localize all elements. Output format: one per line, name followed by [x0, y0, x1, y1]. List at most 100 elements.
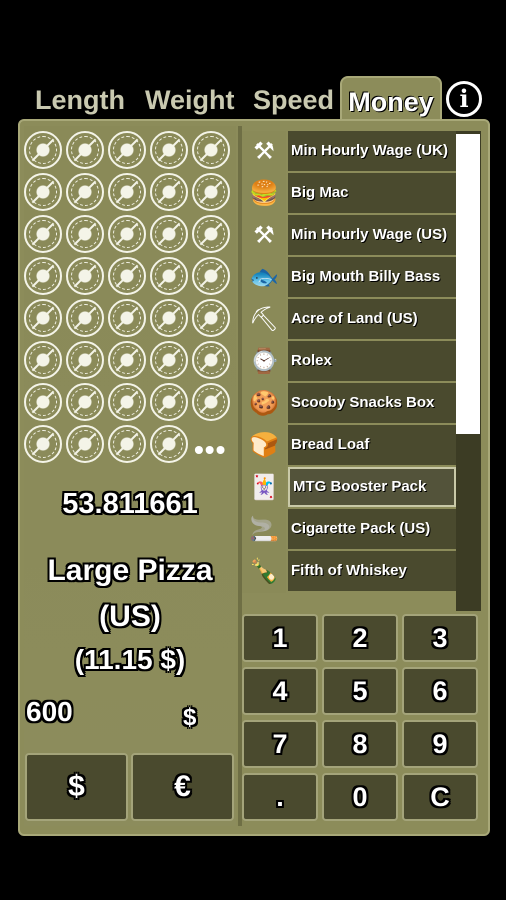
unit-list-item[interactable]: 🍞 Bread Loaf	[242, 425, 456, 467]
pizza-icon	[150, 383, 188, 421]
result-value: 53.811661	[62, 488, 198, 520]
pizza-icon	[24, 257, 62, 295]
more-indicator: •••	[194, 434, 227, 465]
unit-list-item-label: Rolex	[288, 341, 456, 381]
info-icon[interactable]: i	[446, 81, 482, 117]
pizza-icon	[192, 257, 230, 295]
unit-list-item[interactable]: 🍪 Scooby Snacks Box	[242, 383, 456, 425]
unit-list-item-label: Big Mac	[288, 173, 456, 213]
bottle-icon: 🍾	[242, 551, 286, 593]
pizza-icon	[192, 173, 230, 211]
result-unit-name-line1: Large Pizza	[47, 554, 213, 587]
pizza-icon	[24, 215, 62, 253]
pizza-icon	[150, 257, 188, 295]
tab-length[interactable]: Length	[35, 80, 125, 120]
pizza-icon	[192, 215, 230, 253]
unit-list-item[interactable]: 🚬 Cigarette Pack (US)	[242, 509, 456, 551]
pizza-icon	[192, 131, 230, 169]
key-0[interactable]: 0	[322, 773, 398, 821]
pizza-icon	[24, 173, 62, 211]
input-amount[interactable]: 600	[26, 696, 73, 728]
unit-list-item[interactable]: 🐟 Big Mouth Billy Bass	[242, 257, 456, 299]
pizza-icon	[108, 299, 146, 337]
result-unit-name: Large Pizza (US)	[24, 548, 236, 640]
pizza-icon	[66, 215, 104, 253]
key-4[interactable]: 4	[242, 667, 318, 715]
result-unit-price: (11.15 $)	[74, 644, 186, 675]
pizza-icon	[24, 341, 62, 379]
dollar-button[interactable]: $	[25, 753, 128, 821]
tab-weight[interactable]: Weight	[145, 80, 235, 120]
tab-speed[interactable]: Speed	[253, 80, 334, 120]
key-1[interactable]: 1	[242, 614, 318, 662]
unit-list-item[interactable]: ⚒ Min Hourly Wage (UK)	[242, 131, 456, 173]
pizza-icon	[108, 173, 146, 211]
unit-list-item-label: Cigarette Pack (US)	[288, 509, 456, 549]
pizza-icon	[24, 383, 62, 421]
key-3[interactable]: 3	[402, 614, 478, 662]
fish-icon: 🐟	[242, 257, 286, 299]
pizza-icon	[66, 257, 104, 295]
key-9[interactable]: 9	[402, 720, 478, 768]
key-7[interactable]: 7	[242, 720, 318, 768]
key-6[interactable]: 6	[402, 667, 478, 715]
unit-list[interactable]: ⚒ Min Hourly Wage (UK) 🍔 Big Mac ⚒ Min Hourly…	[242, 131, 456, 611]
pizza-icon	[66, 383, 104, 421]
cigarette-icon: 🚬	[242, 509, 286, 551]
unit-list-item-label: Bread Loaf	[288, 425, 456, 465]
pizza-icon	[150, 131, 188, 169]
unit-list-item[interactable]: ⛏ Acre of Land (US)	[242, 299, 456, 341]
numpad: 123 456 789.0C	[242, 614, 482, 824]
result-unit-name-line2: (US)	[99, 600, 161, 633]
unit-list-item[interactable]: ⌚ Rolex	[242, 341, 456, 383]
unit-list-item[interactable]: 🃏 MTG Booster Pack	[242, 467, 456, 509]
pizza-icon	[150, 425, 188, 463]
pizza-icon	[192, 341, 230, 379]
pizza-icon	[66, 299, 104, 337]
pizza-icon	[108, 131, 146, 169]
input-currency-symbol: $	[183, 704, 197, 731]
key-clear[interactable]: C	[402, 773, 478, 821]
pizza-icon	[150, 173, 188, 211]
pizza-icon	[150, 341, 188, 379]
key-5[interactable]: 5	[322, 667, 398, 715]
euro-button[interactable]: €	[131, 753, 234, 821]
pizza-icon	[108, 341, 146, 379]
farmer-icon: ⛏	[242, 299, 286, 341]
pizza-icon	[66, 131, 104, 169]
pizza-icon	[108, 215, 146, 253]
unit-list-item[interactable]: 🍔 Big Mac	[242, 173, 456, 215]
unit-list-item-label: Big Mouth Billy Bass	[288, 257, 456, 297]
pizza-icon	[66, 341, 104, 379]
unit-list-item-label: Min Hourly Wage (US)	[288, 215, 456, 255]
unit-list-item-label: Scooby Snacks Box	[288, 383, 456, 423]
pizza-icon	[66, 425, 104, 463]
unit-list-item-label: Min Hourly Wage (UK)	[288, 131, 456, 171]
unit-list-item[interactable]: ⚒ Min Hourly Wage (US)	[242, 215, 456, 257]
pizza-icon	[66, 173, 104, 211]
unit-list-item-label: Fifth of Whiskey	[288, 551, 456, 591]
cards-icon: 🃏	[242, 467, 286, 509]
key-8[interactable]: 8	[322, 720, 398, 768]
unit-list-item-label: Acre of Land (US)	[288, 299, 456, 339]
pizza-icon	[192, 383, 230, 421]
key-2[interactable]: 2	[322, 614, 398, 662]
wage-icon: ⚒	[242, 215, 286, 257]
pizza-icon	[108, 383, 146, 421]
pizza-icon	[108, 425, 146, 463]
pizza-icon	[24, 131, 62, 169]
pizza-icon	[192, 299, 230, 337]
watch-icon: ⌚	[242, 341, 286, 383]
pizza-icon	[24, 299, 62, 337]
bread-icon: 🍞	[242, 425, 286, 467]
key-decimal[interactable]: .	[242, 773, 318, 821]
burger-icon: 🍔	[242, 173, 286, 215]
unit-list-item-label: MTG Booster Pack	[288, 467, 456, 507]
wage-icon: ⚒	[242, 131, 286, 173]
pizza-icon	[150, 215, 188, 253]
scrollbar-thumb[interactable]	[456, 134, 480, 434]
unit-list-item[interactable]: 🍾 Fifth of Whiskey	[242, 551, 456, 593]
pizza-icon	[108, 257, 146, 295]
pizza-icon	[24, 425, 62, 463]
snacks-icon: 🍪	[242, 383, 286, 425]
